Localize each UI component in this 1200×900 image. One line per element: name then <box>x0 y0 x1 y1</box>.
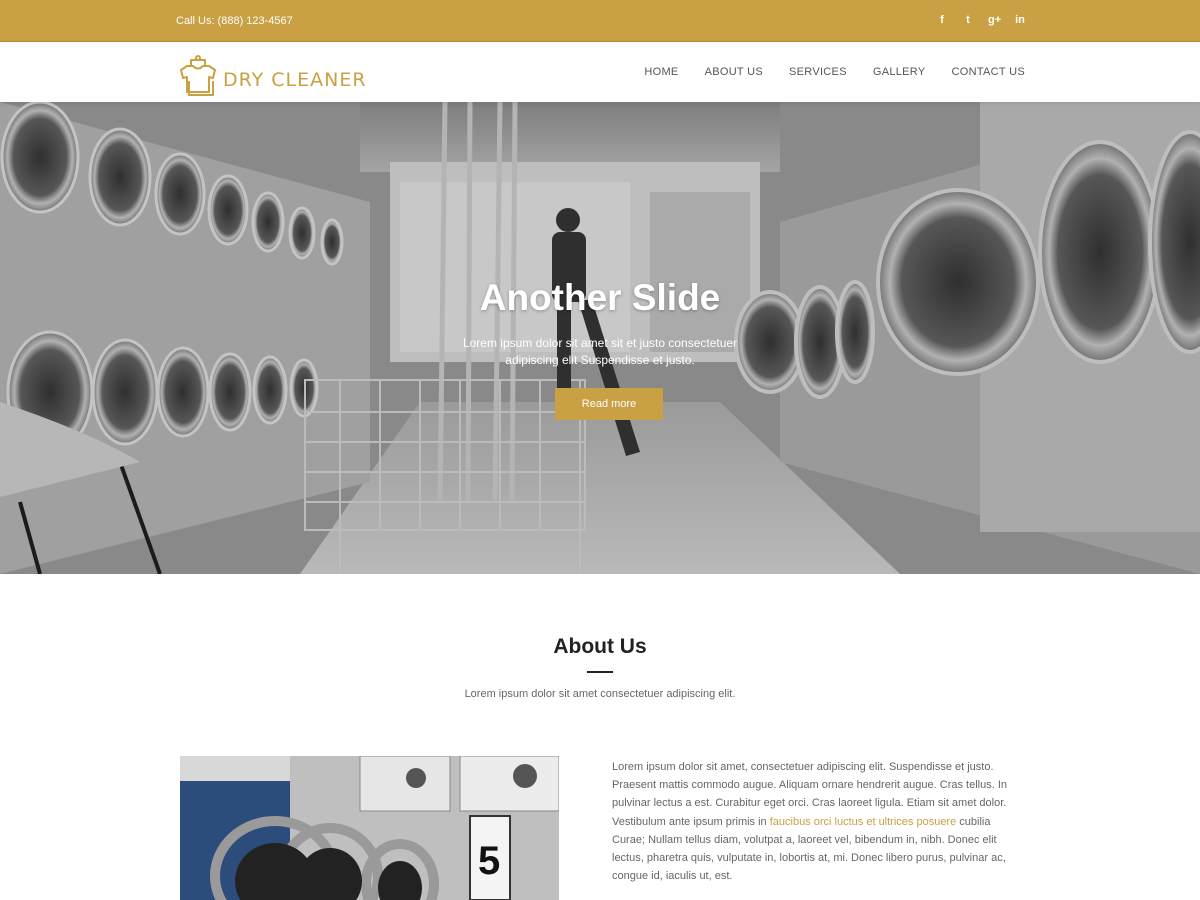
facebook-icon[interactable]: f <box>936 14 948 26</box>
nav-contact-us[interactable]: CONTACT US <box>952 66 1026 78</box>
nav-about-us[interactable]: ABOUT US <box>705 66 763 78</box>
about-divider <box>587 671 613 673</box>
logo-text: DRY CLEANER <box>223 69 367 91</box>
twitter-icon[interactable]: t <box>962 14 974 26</box>
site-logo[interactable]: DRY CLEANER <box>175 54 367 96</box>
about-subtitle: Lorem ipsum dolor sit amet consectetuer … <box>464 688 736 700</box>
site-header: DRY CLEANER HOME ABOUT US SERVICES GALLE… <box>0 42 1200 102</box>
about-paragraph-link[interactable]: faucibus orci luctus et ultrices posuere <box>770 816 956 828</box>
nav-services[interactable]: SERVICES <box>789 66 847 78</box>
washing-machines-photo: 5 <box>180 756 559 900</box>
main-nav: HOME ABOUT US SERVICES GALLERY CONTACT U… <box>644 66 1025 78</box>
about-title: About Us <box>553 635 647 658</box>
social-links: f t g+ in <box>936 14 1026 26</box>
about-image: 5 <box>180 756 559 900</box>
hero-slider: Another Slide Lorem ipsum dolor sit amet… <box>0 102 1200 574</box>
shirt-logo-icon <box>180 55 216 96</box>
call-us-text: Call Us: (888) 123-4567 <box>176 15 293 27</box>
top-bar: Call Us: (888) 123-4567 f t g+ in <box>0 0 1200 42</box>
nav-gallery[interactable]: GALLERY <box>873 66 926 78</box>
google-plus-icon[interactable]: g+ <box>988 14 1001 26</box>
about-paragraph: Lorem ipsum dolor sit amet, consectetuer… <box>612 758 1022 885</box>
hero-text: Lorem ipsum dolor sit amet sit et justo … <box>462 336 738 367</box>
read-more-button[interactable]: Read more <box>555 388 663 420</box>
nav-home[interactable]: HOME <box>644 66 678 78</box>
machine-number: 5 <box>478 839 500 883</box>
linkedin-icon[interactable]: in <box>1014 14 1026 26</box>
hero-title: Another Slide <box>479 277 721 318</box>
